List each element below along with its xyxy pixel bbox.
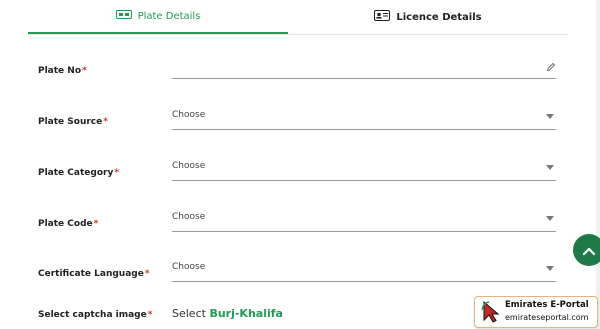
watermark-title: Emirates E-Portal <box>505 300 589 310</box>
pencil-icon <box>546 57 556 76</box>
tab-plate-details[interactable]: Plate Details <box>28 0 288 34</box>
plate-no-label: Plate No* <box>38 66 87 76</box>
certificate-language-label: Certificate Language* <box>38 269 150 279</box>
scrollbar-track[interactable] <box>596 0 600 329</box>
plate-code-select[interactable]: Choose <box>172 207 556 232</box>
chevron-down-icon <box>546 114 554 119</box>
select-value: Choose <box>172 110 206 120</box>
plate-category-select[interactable]: Choose <box>172 156 556 181</box>
plate-source-label: Plate Source* <box>38 117 108 127</box>
form-row-plate-category: Plate Category* Choose <box>38 161 558 208</box>
chevron-down-icon <box>546 165 554 170</box>
form-row-plate-code: Plate Code* Choose <box>38 212 558 259</box>
select-value: Choose <box>172 262 206 272</box>
watermark-url: emirateseportal.com <box>505 313 589 322</box>
id-card-icon <box>374 10 391 24</box>
select-value: Choose <box>172 161 206 171</box>
plate-code-label: Plate Code* <box>38 219 99 229</box>
form-row-captcha: Select captcha image* Select Burj-Khalif… <box>38 307 458 326</box>
select-value: Choose <box>172 212 206 222</box>
chevron-down-icon <box>546 216 554 221</box>
chevron-up-icon <box>582 241 596 260</box>
plate-icon <box>115 10 132 22</box>
cursor-icon <box>481 300 501 328</box>
form-row-plate-source: Plate Source* Choose <box>38 110 558 157</box>
tab-licence-details[interactable]: Licence Details <box>288 0 568 34</box>
captcha-label: Select captcha image* <box>38 310 153 320</box>
plate-no-input[interactable] <box>172 54 556 79</box>
tab-bar: Plate Details Licence Details <box>28 0 568 35</box>
form-row-plate-no: Plate No* <box>38 62 558 106</box>
plate-source-select[interactable]: Choose <box>172 105 556 130</box>
plate-category-label: Plate Category* <box>38 168 120 178</box>
captcha-instruction: Select Burj-Khalifa <box>172 307 283 320</box>
certificate-language-select[interactable]: Choose <box>172 257 556 282</box>
watermark-badge: Emirates E-Portal emirateseportal.com <box>474 296 598 328</box>
tab-label: Licence Details <box>396 11 482 23</box>
scroll-to-top-button[interactable] <box>573 234 600 266</box>
chevron-down-icon <box>546 266 554 271</box>
tab-label: Plate Details <box>137 10 201 22</box>
